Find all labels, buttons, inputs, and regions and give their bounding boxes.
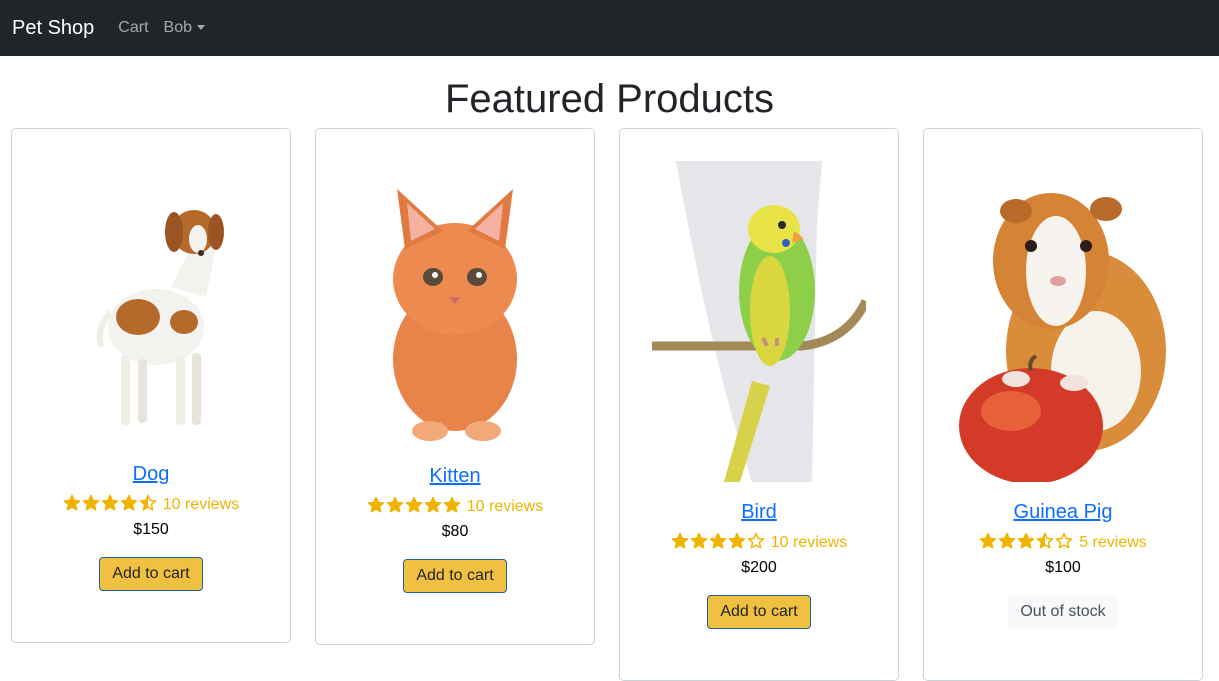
star-filled-icon	[82, 494, 101, 517]
product-rating: 5 reviews	[924, 532, 1202, 554]
product-image[interactable]	[316, 169, 594, 449]
nav-cart-link[interactable]: Cart	[118, 19, 148, 37]
add-to-cart-button[interactable]: Add to cart	[707, 595, 811, 629]
dog-photo	[96, 210, 224, 425]
review-count[interactable]: 10 reviews	[771, 534, 847, 552]
star-filled-icon	[424, 496, 443, 519]
star-filled-icon	[120, 494, 139, 517]
star-filled-icon	[443, 496, 462, 519]
review-count[interactable]: 10 reviews	[163, 496, 239, 514]
rating-stars	[979, 532, 1074, 555]
product-image[interactable]	[620, 161, 898, 482]
add-to-cart-button[interactable]: Add to cart	[99, 557, 203, 591]
navbar: Pet Shop Cart Bob	[0, 0, 1219, 56]
star-filled-icon	[671, 532, 690, 555]
rating-stars	[671, 532, 766, 555]
product-price: $80	[441, 523, 469, 540]
star-filled-icon	[709, 532, 728, 555]
star-filled-icon	[998, 532, 1017, 555]
product-card-body: Dog 10 reviews $150 Add to cart	[12, 462, 290, 591]
product-rating: 10 reviews	[12, 494, 290, 516]
star-filled-icon	[367, 496, 386, 519]
product-image[interactable]	[12, 177, 290, 437]
star-filled-icon	[405, 496, 424, 519]
add-to-cart-button[interactable]: Add to cart	[403, 559, 507, 593]
product-name-link[interactable]: Guinea Pig	[924, 500, 1202, 524]
star-empty-icon	[1055, 532, 1074, 555]
product-name-link[interactable]: Bird	[620, 500, 898, 524]
product-card: Kitten 10 reviews $80 Add to cart	[315, 128, 595, 645]
chevron-down-icon	[197, 24, 205, 30]
out-of-stock-label: Out of stock	[1008, 595, 1118, 629]
product-rating: 10 reviews	[620, 532, 898, 554]
guinea-pig-photo	[956, 161, 1170, 482]
product-price: $200	[741, 559, 777, 576]
product-card: Bird 10 reviews $200 Add to cart	[619, 128, 899, 681]
product-card: Dog 10 reviews $150 Add to cart	[11, 128, 291, 643]
product-card-body: Bird 10 reviews $200 Add to cart	[620, 500, 898, 629]
product-name-link[interactable]: Kitten	[316, 464, 594, 488]
brand-link[interactable]: Pet Shop	[12, 17, 94, 40]
star-filled-icon	[63, 494, 82, 517]
product-card-body: Kitten 10 reviews $80 Add to cart	[316, 464, 594, 593]
star-empty-icon	[747, 532, 766, 555]
page-title: Featured Products	[444, 77, 775, 121]
user-dropdown-label: Bob	[163, 19, 192, 36]
product-price: $150	[133, 521, 169, 538]
star-filled-icon	[690, 532, 709, 555]
review-count[interactable]: 10 reviews	[467, 498, 543, 516]
product-card-body: Guinea Pig 5 reviews $100 Out of stock	[924, 500, 1202, 629]
product-image[interactable]	[924, 161, 1202, 482]
rating-stars	[367, 496, 462, 519]
product-price: $100	[1045, 559, 1081, 576]
product-card: Guinea Pig 5 reviews $100 Out of stock	[923, 128, 1203, 681]
star-filled-icon	[979, 532, 998, 555]
review-count[interactable]: 5 reviews	[1079, 534, 1147, 552]
budgie-photo	[652, 161, 866, 482]
product-rating: 10 reviews	[316, 496, 594, 518]
user-dropdown[interactable]: Bob	[164, 19, 205, 37]
star-half-icon	[139, 494, 158, 517]
product-name-link[interactable]: Dog	[12, 462, 290, 486]
star-filled-icon	[101, 494, 120, 517]
star-filled-icon	[728, 532, 747, 555]
star-half-icon	[1036, 532, 1055, 555]
star-filled-icon	[1017, 532, 1036, 555]
kitten-photo	[393, 189, 517, 441]
star-filled-icon	[386, 496, 405, 519]
rating-stars	[63, 494, 158, 517]
